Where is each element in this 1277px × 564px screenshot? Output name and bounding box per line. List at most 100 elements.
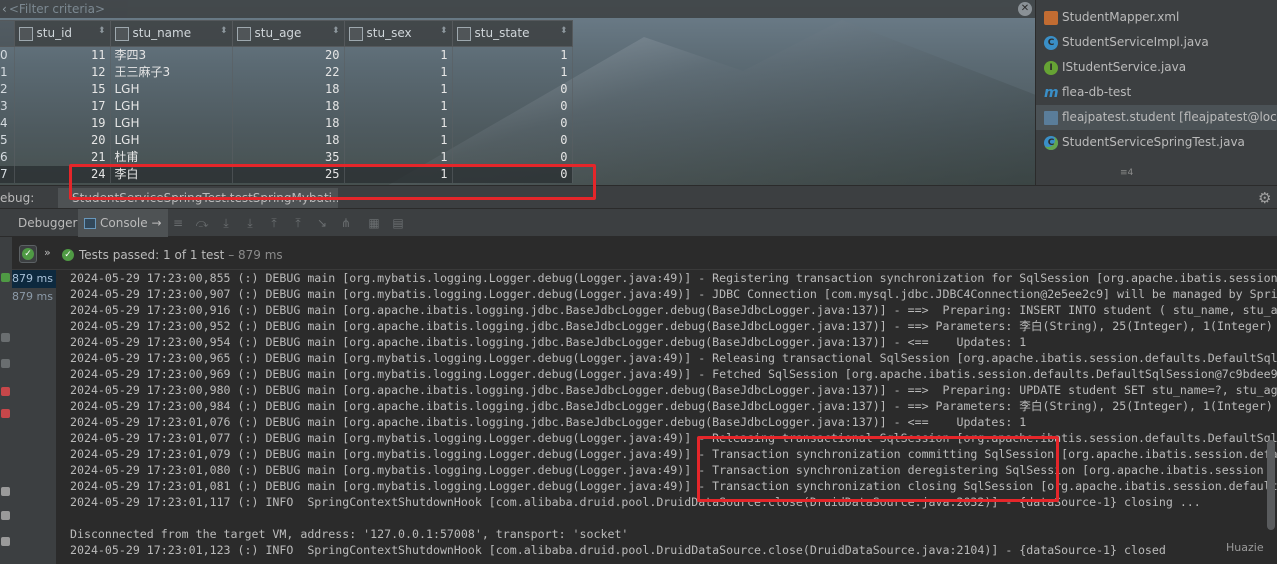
row-number: 6	[0, 149, 15, 166]
log-line: 2024-05-29 17:23:00,952 (:) DEBUG main […	[70, 319, 1273, 333]
checkmark-icon: ✓	[22, 248, 34, 260]
table-cell[interactable]: 20	[14, 132, 111, 149]
table-row[interactable]: 0 11 李四3 20 1 1	[0, 46, 573, 64]
log-line: 2024-05-29 17:23:01,080 (:) DEBUG main […	[70, 463, 1264, 477]
column-icon	[114, 26, 129, 41]
sort-icon[interactable]: ⬍	[560, 26, 568, 36]
table-cell[interactable]: LGH	[110, 81, 233, 98]
table-row[interactable]: 4 19 LGH 18 1 0	[0, 115, 573, 132]
filter-input[interactable]: <Filter criteria>	[9, 2, 105, 16]
table-cell[interactable]: 20	[232, 46, 345, 64]
table-cell[interactable]: 18	[232, 132, 345, 149]
console-output[interactable]: 2024-05-29 17:23:00,855 (:) DEBUG main […	[57, 270, 1277, 564]
table-cell[interactable]: 12	[14, 64, 111, 81]
table-cell[interactable]: 李四3	[110, 46, 233, 64]
project-item-active[interactable]: fleajpatest.student [fleajpatest@localho…	[1036, 105, 1277, 130]
project-item[interactable]: C StudentServiceImpl.java	[1036, 30, 1277, 55]
table-cell[interactable]: 1	[344, 98, 453, 115]
java-class-icon: C	[1044, 35, 1058, 50]
column-header[interactable]: stu_state ⬍	[451, 20, 573, 47]
breakpoint-icon[interactable]	[1, 387, 10, 396]
table-cell[interactable]: 1	[452, 64, 573, 81]
result-table: stu_id ⬍ stu_name ⬍ stu_age ⬍ stu_sex ⬍ stu_…	[0, 20, 573, 183]
pause-icon[interactable]	[1, 359, 10, 368]
table-cell[interactable]: 1	[344, 132, 453, 149]
project-item[interactable]: m flea-db-test	[1036, 80, 1277, 105]
close-panel-icon[interactable]	[1, 537, 10, 546]
table-cell[interactable]: LGH	[110, 132, 233, 149]
stream-debug-icon[interactable]: ⋔	[338, 215, 354, 231]
sort-icon[interactable]: ⬍	[98, 26, 106, 36]
drop-frame-icon[interactable]: ⤒	[290, 215, 306, 231]
column-header[interactable]: stu_age ⬍	[231, 20, 345, 47]
table-cell[interactable]: 18	[232, 98, 345, 115]
table-cell[interactable]: 17	[14, 98, 111, 115]
run-to-cursor-icon[interactable]: ↘	[314, 215, 330, 231]
row-number: 7	[0, 166, 15, 183]
console-scrollbar[interactable]	[1267, 440, 1275, 530]
table-cell[interactable]: LGH	[110, 115, 233, 132]
step-out-icon[interactable]: ⤒	[266, 215, 282, 231]
step-into-icon[interactable]: ⤓	[218, 215, 234, 231]
table-row[interactable]: 3 17 LGH 18 1 0	[0, 98, 573, 115]
more-items-indicator[interactable]: ≡4	[1120, 168, 1133, 178]
table-cell[interactable]: 0	[452, 98, 573, 115]
sort-icon[interactable]: ⬍	[220, 26, 228, 36]
table-row[interactable]: 5 20 LGH 18 1 0	[0, 132, 573, 149]
rerun-icon[interactable]	[1, 273, 10, 282]
column-header[interactable]: stu_id ⬍	[13, 20, 111, 47]
step-over-icon[interactable]: ⤼	[194, 215, 210, 231]
log-line: 2024-05-29 17:23:01,123 (:) INFO SpringC…	[70, 543, 1166, 557]
test-duration[interactable]: 879 ms	[12, 288, 56, 306]
watermark: Huazie	[1226, 541, 1264, 554]
close-icon[interactable]: ✕	[1018, 2, 1032, 16]
table-cell[interactable]: 王三麻子3	[110, 64, 233, 81]
project-item[interactable]: C StudentServiceSpringTest.java	[1036, 130, 1277, 155]
mute-breakpoints-icon[interactable]	[1, 409, 10, 418]
db-table-view: ‹ <Filter criteria> ✕ stu_id ⬍ stu_name ⬍ s…	[0, 0, 1035, 185]
table-cell[interactable]: LGH	[110, 98, 233, 115]
table-cell[interactable]: 1	[344, 46, 453, 64]
column-header[interactable]: stu_name ⬍	[109, 20, 233, 47]
table-cell[interactable]: 11	[14, 46, 111, 64]
sort-icon[interactable]: ⬍	[332, 26, 340, 36]
sort-icon[interactable]: ⬍	[440, 26, 448, 36]
project-item[interactable]: I IStudentService.java	[1036, 55, 1277, 80]
table-cell[interactable]: 1	[344, 115, 453, 132]
gear-icon[interactable]: ⚙	[1258, 189, 1271, 207]
row-number: 4	[0, 115, 15, 132]
table-cell[interactable]: 15	[14, 81, 111, 98]
project-panel: StudentMapper.xml C StudentServiceImpl.ja…	[1035, 0, 1277, 185]
filter-bar[interactable]: ‹ <Filter criteria>	[0, 0, 1035, 18]
table-cell[interactable]: 22	[232, 64, 345, 81]
table-cell[interactable]: 18	[232, 81, 345, 98]
tab-debugger[interactable]: Debugger	[12, 209, 83, 237]
tab-console[interactable]: Console →	[78, 209, 168, 237]
chevron-right-icon[interactable]: »	[44, 246, 51, 259]
force-step-into-icon[interactable]: ⤓	[242, 215, 258, 231]
pin-icon[interactable]	[1, 511, 10, 520]
table-cell[interactable]: 1	[452, 46, 573, 64]
key-column-icon	[18, 26, 33, 41]
table-cell[interactable]: 1	[344, 64, 453, 81]
column-header[interactable]: stu_sex ⬍	[343, 20, 453, 47]
evaluate-icon[interactable]: ▦	[366, 215, 382, 231]
settings-icon[interactable]	[1, 487, 10, 496]
table-row[interactable]: 2 15 LGH 18 1 0	[0, 81, 573, 98]
table-cell[interactable]: 0	[452, 115, 573, 132]
layout-icon[interactable]: ▤	[390, 215, 406, 231]
stop-icon[interactable]	[1, 333, 10, 342]
project-item[interactable]: StudentMapper.xml	[1036, 5, 1277, 30]
xml-file-icon	[1044, 10, 1058, 25]
table-cell[interactable]: 0	[452, 132, 573, 149]
debug-label: ebug:	[0, 191, 35, 205]
test-duration[interactable]: 879 ms	[12, 270, 56, 288]
show-passed-toggle[interactable]: ✓	[19, 245, 37, 263]
table-cell[interactable]: 0	[452, 81, 573, 98]
table-row[interactable]: 1 12 王三麻子3 22 1 1	[0, 64, 573, 81]
menu-icon[interactable]: ≡	[170, 215, 186, 231]
table-cell[interactable]: 18	[232, 115, 345, 132]
table-cell[interactable]: 1	[344, 81, 453, 98]
table-cell[interactable]: 19	[14, 115, 111, 132]
row-number: 0	[0, 46, 15, 64]
